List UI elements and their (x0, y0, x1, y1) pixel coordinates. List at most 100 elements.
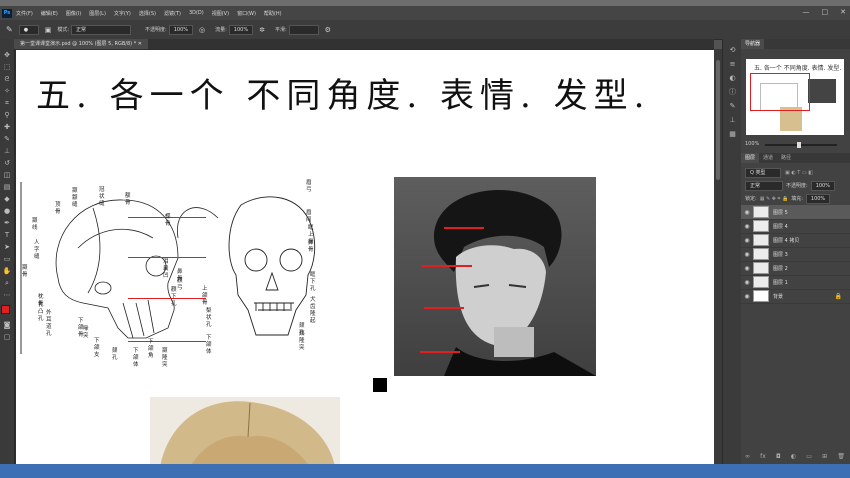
delete-layer-icon[interactable]: 🗑 (837, 453, 845, 461)
properties-panel-icon[interactable]: ≡ (728, 61, 737, 68)
zoom-slider-handle[interactable] (797, 142, 801, 148)
menu-help[interactable]: 帮助(H) (264, 10, 282, 17)
layer-row[interactable]: ◉ 图层 4 (741, 219, 850, 234)
document-canvas[interactable]: 五. 各一个 不同角度. 表情. 发型. 颞颥缝 冠状缝 顶骨 额骨 蝶骨 颞线… (16, 50, 714, 464)
menu-edit[interactable]: 编辑(E) (41, 10, 58, 17)
link-layers-icon[interactable]: ∞ (745, 453, 750, 461)
menu-image[interactable]: 图像(I) (66, 10, 81, 17)
healing-brush-icon[interactable]: ✚ (2, 123, 12, 131)
mode-label: 模式: (57, 27, 70, 33)
visibility-eye-icon[interactable]: ◉ (741, 237, 753, 244)
menu-filter[interactable]: 滤镜(T) (164, 10, 181, 17)
visibility-eye-icon[interactable]: ◉ (741, 223, 753, 230)
visibility-eye-icon[interactable]: ◉ (741, 251, 753, 258)
quick-mask-icon[interactable]: ◙ (2, 321, 12, 329)
pen-tool-icon[interactable]: ✒ (2, 219, 12, 227)
fill-input[interactable]: 100% (805, 193, 831, 204)
layer-kind-filter[interactable]: Q 类型 (745, 167, 781, 178)
layer-thumbnail (753, 206, 769, 218)
blur-tool-icon[interactable]: ◆ (2, 195, 12, 203)
flow-input[interactable]: 100% (228, 24, 254, 35)
tab-paths[interactable]: 路径 (777, 153, 795, 163)
smooth-input[interactable] (288, 24, 319, 35)
type-tool-icon[interactable]: T (2, 231, 12, 239)
more-tools-icon[interactable]: ⋯ (2, 291, 12, 299)
dodge-tool-icon[interactable]: ● (2, 207, 12, 215)
blend-mode-select[interactable]: 正常 (745, 180, 783, 191)
filter-icons[interactable]: ▣ ◐ T ▭ ◧ (785, 170, 813, 176)
brush-settings-icon[interactable]: ✎ (728, 103, 737, 110)
visibility-eye-icon[interactable]: ◉ (741, 293, 753, 300)
new-layer-icon[interactable]: ⊞ (822, 453, 827, 461)
add-mask-icon[interactable]: ◘ (776, 453, 781, 461)
lock-icons[interactable]: ▦ ✎ ✥ ⌗ 🔒 (760, 196, 789, 202)
layer-row[interactable]: ◉ 图层 4 拷贝 (741, 233, 850, 248)
opacity-input[interactable]: 100% (168, 24, 193, 35)
swatches-panel-icon[interactable]: ▦ (728, 131, 737, 138)
layer-opacity-input[interactable]: 100% (810, 180, 835, 191)
layer-row[interactable]: ◉ 图层 2 (741, 261, 850, 276)
brush-tool-icon[interactable]: ✎ (2, 135, 12, 143)
close-tab-icon[interactable]: ✕ (138, 41, 142, 47)
settings-gear-icon[interactable]: ⚙ (325, 26, 331, 34)
menu-view[interactable]: 视图(V) (212, 10, 229, 17)
navigator-view-box[interactable] (750, 73, 810, 111)
maximize-button[interactable]: □ (822, 8, 829, 16)
eraser-tool-icon[interactable]: ◫ (2, 171, 12, 179)
screen-mode-icon[interactable]: ▢ (2, 333, 12, 341)
foreground-color-swatch[interactable] (1, 305, 10, 314)
clone-source-icon[interactable]: ⊥ (728, 117, 737, 124)
tab-channels[interactable]: 通道 (759, 153, 777, 163)
pressure-opacity-icon[interactable]: ◎ (199, 26, 205, 34)
navigator-heading-preview: 五. 各一个 不同角度. 表情. 发型. (754, 65, 842, 72)
new-group-icon[interactable]: ▭ (806, 453, 812, 461)
document-tab[interactable]: 第一堂课课堂演示.psd @ 100% (图层 5, RGB/8) * ✕ (14, 39, 148, 49)
crop-tool-icon[interactable]: ⌗ (2, 99, 12, 107)
menu-file[interactable]: 文件(F) (16, 10, 33, 17)
adjustment-layer-icon[interactable]: ◐ (791, 453, 796, 461)
lasso-tool-icon[interactable]: ᘓ (2, 75, 12, 83)
scrollbar-thumb[interactable] (716, 60, 720, 180)
visibility-eye-icon[interactable]: ◉ (741, 265, 753, 272)
brush-tool-icon[interactable]: ✎ (6, 25, 13, 34)
clone-stamp-icon[interactable]: ⊥ (2, 147, 12, 155)
adjustments-panel-icon[interactable]: ◐ (728, 75, 737, 82)
menu-select[interactable]: 选择(S) (139, 10, 156, 17)
minimize-button[interactable]: — (803, 8, 810, 16)
tab-layers[interactable]: 图层 (741, 153, 760, 163)
visibility-eye-icon[interactable]: ◉ (741, 279, 753, 286)
info-panel-icon[interactable]: ⓘ (728, 89, 737, 96)
brush-size-picker[interactable]: ● (18, 24, 39, 35)
visibility-eye-icon[interactable]: ◉ (741, 209, 753, 216)
layer-row[interactable]: ◉ 图层 3 (741, 247, 850, 262)
brush-panel-icon[interactable]: ▣ (45, 26, 52, 34)
zoom-tool-icon[interactable]: ⌕ (2, 279, 12, 287)
menu-window[interactable]: 窗口(W) (237, 10, 256, 17)
blonde-portrait-photo[interactable] (150, 397, 340, 464)
tab-navigator[interactable]: 导航器 (741, 39, 765, 49)
magic-wand-icon[interactable]: ✧ (2, 87, 12, 95)
path-selection-icon[interactable]: ➤ (2, 243, 12, 251)
layer-row[interactable]: ◉ 图层 5 (741, 205, 850, 220)
menu-type[interactable]: 文字(Y) (114, 10, 131, 17)
navigator-thumbnail[interactable]: 五. 各一个 不同角度. 表情. 发型. (746, 59, 844, 135)
airbrush-icon[interactable]: ✲ (259, 26, 265, 34)
menu-3d[interactable]: 3D(D) (189, 10, 204, 16)
layer-row[interactable]: ◉ 背景 🔒 (741, 289, 850, 304)
mode-select[interactable]: 正常 (71, 24, 132, 35)
portrait-photo[interactable] (394, 177, 596, 376)
hand-tool-icon[interactable]: ✋ (2, 267, 12, 275)
close-button[interactable]: ✕ (840, 8, 846, 16)
history-brush-icon[interactable]: ↺ (2, 159, 12, 167)
gradient-tool-icon[interactable]: ▤ (2, 183, 12, 191)
marquee-tool-icon[interactable]: ⬚ (2, 63, 12, 71)
eyedropper-tool-icon[interactable]: ⚲ (2, 111, 12, 119)
rectangle-tool-icon[interactable]: ▭ (2, 255, 12, 263)
move-tool-icon[interactable]: ✥ (2, 51, 12, 59)
navigator-zoom-slider[interactable] (765, 142, 837, 148)
layer-style-icon[interactable]: fx (760, 453, 766, 461)
history-panel-icon[interactable]: ⟲ (728, 47, 737, 54)
layer-row[interactable]: ◉ 图层 1 (741, 275, 850, 290)
guide-line (422, 265, 472, 267)
menu-layer[interactable]: 图层(L) (89, 10, 106, 17)
